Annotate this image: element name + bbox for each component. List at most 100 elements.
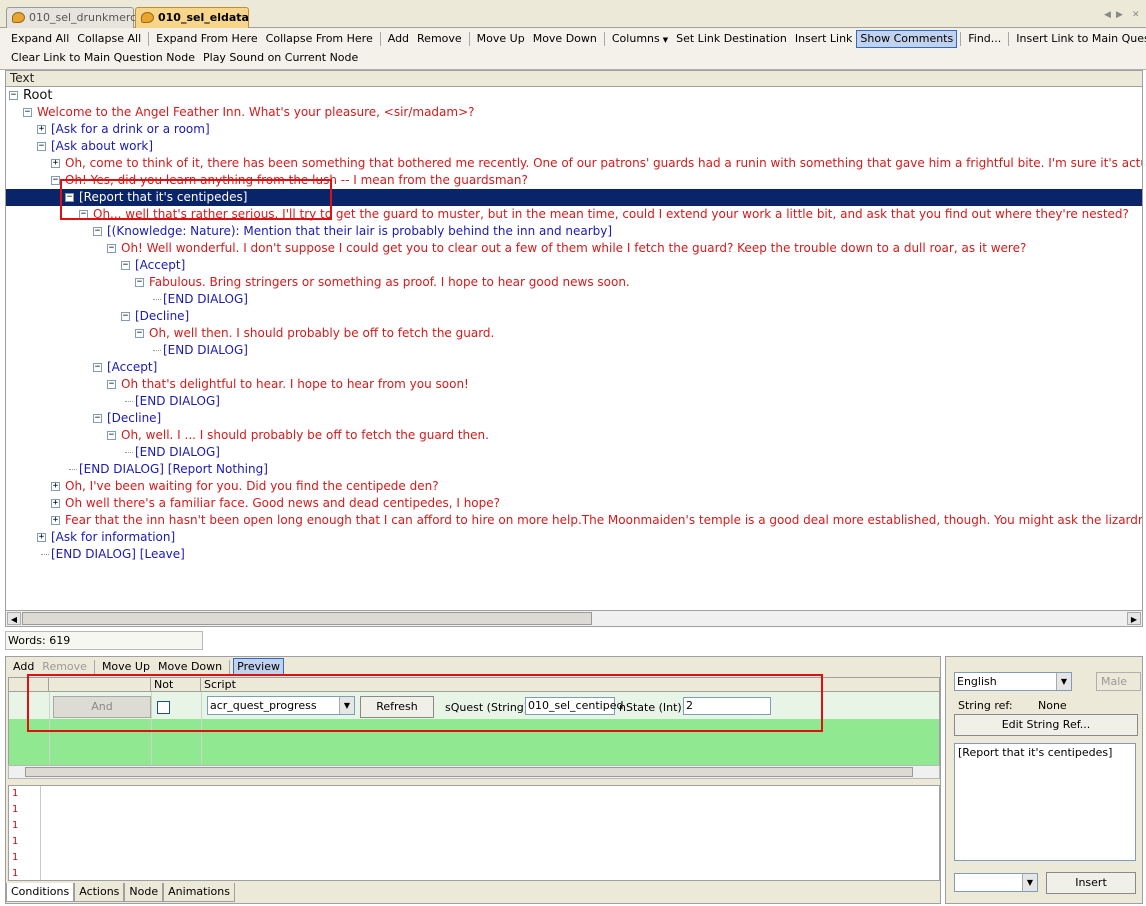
scrollbar-thumb[interactable] xyxy=(25,767,913,777)
tab-scroll-left-icon[interactable]: ◀ xyxy=(1104,10,1111,20)
collapse-from-here-button[interactable]: Collapse From Here xyxy=(262,30,377,48)
nstate-input[interactable]: 2 xyxy=(683,697,771,715)
move-down-button[interactable]: Move Down xyxy=(529,30,601,48)
script-preview-area[interactable]: 1 1 1 1 1 1 xyxy=(8,785,940,881)
move-up-button[interactable]: Move Up xyxy=(473,30,529,48)
columns-dropdown[interactable]: Columns ▼ xyxy=(608,30,672,48)
tree-node[interactable]: − Oh! Well wonderful. I don't suppose I c… xyxy=(6,240,1142,257)
preview-toggle[interactable]: Preview xyxy=(233,658,284,676)
remove-condition-button[interactable]: Remove xyxy=(38,658,91,676)
expand-icon[interactable]: + xyxy=(37,125,46,134)
expand-icon[interactable]: + xyxy=(51,499,60,508)
collapse-icon[interactable]: − xyxy=(107,380,116,389)
refresh-button[interactable]: Refresh xyxy=(360,696,434,718)
play-sound-button[interactable]: Play Sound on Current Node xyxy=(199,49,362,67)
tree-column-header-text[interactable]: Text xyxy=(5,70,1143,87)
remove-button[interactable]: Remove xyxy=(413,30,466,48)
tree-node[interactable]: − [Accept] xyxy=(6,257,1142,274)
move-up-condition-button[interactable]: Move Up xyxy=(98,658,154,676)
collapse-icon[interactable]: − xyxy=(135,329,144,338)
and-or-button[interactable]: And xyxy=(53,696,151,718)
scrollbar-thumb[interactable] xyxy=(22,612,592,625)
chevron-down-icon[interactable]: ▼ xyxy=(339,697,354,714)
tree-node[interactable]: + Fear that the inn hasn't been open long… xyxy=(6,512,1142,529)
tree-node[interactable]: [END DIALOG] [Leave] xyxy=(6,546,1142,563)
expand-from-here-button[interactable]: Expand From Here xyxy=(152,30,261,48)
tab-scroll-right-icon[interactable]: ▶ xyxy=(1116,10,1123,20)
collapse-icon[interactable]: − xyxy=(93,363,102,372)
tree-node[interactable]: [END DIALOG] [Report Nothing] xyxy=(6,461,1142,478)
token-select[interactable]: ▼ xyxy=(954,873,1038,892)
collapse-icon[interactable]: − xyxy=(23,108,32,117)
collapse-all-button[interactable]: Collapse All xyxy=(73,30,145,48)
tab-conditions[interactable]: Conditions xyxy=(6,883,75,902)
insert-button[interactable]: Insert xyxy=(1046,872,1136,894)
expand-icon[interactable]: + xyxy=(37,533,46,542)
tree-node[interactable]: − [(Knowledge: Nature): Mention that thei… xyxy=(6,223,1142,240)
tab-actions[interactable]: Actions xyxy=(74,883,125,902)
tree-node[interactable]: [END DIALOG] xyxy=(6,444,1142,461)
tree-node[interactable]: − [Ask about work] xyxy=(6,138,1142,155)
collapse-icon[interactable]: − xyxy=(121,312,130,321)
tree-node-selected[interactable]: − [Report that it's centipedes] xyxy=(6,189,1142,206)
add-button[interactable]: Add xyxy=(384,30,413,48)
tree-node[interactable]: − Root xyxy=(6,87,1142,104)
tab-animations[interactable]: Animations xyxy=(163,883,235,902)
collapse-icon[interactable]: − xyxy=(135,278,144,287)
show-comments-toggle[interactable]: Show Comments xyxy=(856,30,958,48)
insert-link-button[interactable]: Insert Link xyxy=(791,30,857,48)
collapse-icon[interactable]: − xyxy=(9,91,18,100)
tree-node[interactable]: [END DIALOG] xyxy=(6,393,1142,410)
language-select[interactable]: English ▼ xyxy=(954,672,1072,691)
string-text-area[interactable]: [Report that it's centipedes] xyxy=(954,743,1136,861)
not-checkbox[interactable] xyxy=(157,701,170,714)
tree-node[interactable]: − Oh that's delightful to hear. I hope to… xyxy=(6,376,1142,393)
tree-node[interactable]: − Oh... well that's rather serious. I'll … xyxy=(6,206,1142,223)
collapse-icon[interactable]: − xyxy=(51,176,60,185)
insert-link-to-main-question-node-button[interactable]: Insert Link to Main Question Node xyxy=(1012,30,1146,48)
expand-icon[interactable]: + xyxy=(51,482,60,491)
tree-node[interactable]: − [Decline] xyxy=(6,410,1142,427)
gender-toggle[interactable]: Male xyxy=(1096,672,1141,691)
tree-node[interactable]: + Oh, come to think of it, there has been… xyxy=(6,155,1142,172)
collapse-icon[interactable]: − xyxy=(93,414,102,423)
collapse-icon[interactable]: − xyxy=(107,431,116,440)
tree-node[interactable]: − Oh, well. I ... I should probably be of… xyxy=(6,427,1142,444)
tree-node[interactable]: + Oh, I've been waiting for you. Did you … xyxy=(6,478,1142,495)
expand-icon[interactable]: + xyxy=(51,516,60,525)
add-condition-button[interactable]: Add xyxy=(9,658,38,676)
collapse-icon[interactable]: − xyxy=(107,244,116,253)
clear-link-to-main-question-node-button[interactable]: Clear Link to Main Question Node xyxy=(7,49,199,67)
conditions-horizontal-scrollbar[interactable] xyxy=(8,765,940,779)
tree-node[interactable]: [END DIALOG] xyxy=(6,291,1142,308)
collapse-icon[interactable]: − xyxy=(121,261,130,270)
tree-node[interactable]: − [Decline] xyxy=(6,308,1142,325)
tree-node[interactable]: + [Ask for a drink or a room] xyxy=(6,121,1142,138)
tab-010-sel-drunkmerc[interactable]: 010_sel_drunkmerc xyxy=(6,7,136,28)
tree-horizontal-scrollbar[interactable]: ◀ ▶ xyxy=(5,610,1143,627)
tree-node[interactable]: − Oh! Yes, did you learn anything from th… xyxy=(6,172,1142,189)
edit-string-ref-button[interactable]: Edit String Ref... xyxy=(954,714,1138,736)
find-button[interactable]: Find... xyxy=(964,30,1005,48)
chevron-down-icon[interactable]: ▼ xyxy=(1056,673,1071,690)
dialog-tree-view[interactable]: − Root − Welcome to the Angel Feather Inn. … xyxy=(5,87,1143,610)
tree-node[interactable]: [END DIALOG] xyxy=(6,342,1142,359)
close-tab-icon[interactable]: ✕ xyxy=(1132,10,1140,20)
tree-node[interactable]: + Oh well there's a familiar face. Good n… xyxy=(6,495,1142,512)
script-select[interactable]: acr_quest_progress ▼ xyxy=(207,696,355,715)
scroll-right-icon[interactable]: ▶ xyxy=(1127,612,1141,625)
tab-node[interactable]: Node xyxy=(124,883,164,902)
tree-node[interactable]: − [Accept] xyxy=(6,359,1142,376)
expand-all-button[interactable]: Expand All xyxy=(7,30,73,48)
squest-input[interactable]: 010_sel_centiped xyxy=(525,697,623,715)
set-link-destination-button[interactable]: Set Link Destination xyxy=(672,30,791,48)
collapse-icon[interactable]: − xyxy=(93,227,102,236)
collapse-icon[interactable]: − xyxy=(37,142,46,151)
tree-node[interactable]: − Oh, well then. I should probably be off… xyxy=(6,325,1142,342)
collapse-icon[interactable]: − xyxy=(79,210,88,219)
conditions-grid[interactable]: Not Script And acr_quest_progress ▼ Refr… xyxy=(8,677,940,768)
collapse-icon[interactable]: − xyxy=(65,193,74,202)
expand-icon[interactable]: + xyxy=(51,159,60,168)
tree-node[interactable]: − Fabulous. Bring stringers or something … xyxy=(6,274,1142,291)
chevron-down-icon[interactable]: ▼ xyxy=(1022,874,1037,891)
